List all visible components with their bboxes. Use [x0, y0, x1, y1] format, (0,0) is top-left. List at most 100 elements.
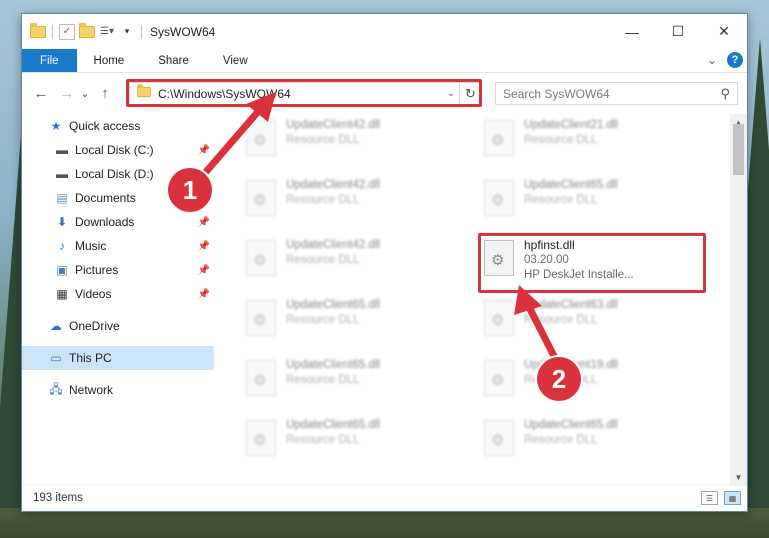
- address-highlight-box: [126, 79, 482, 107]
- search-box[interactable]: Search SysWOW64 ⚲: [495, 82, 738, 105]
- file-name: UpdateClient21.dll: [524, 119, 618, 131]
- file-type: Resource DLL: [286, 134, 360, 146]
- dll-file-icon: [484, 120, 514, 156]
- dll-file-icon: [246, 420, 276, 456]
- window-controls: — ☐ ✕: [609, 14, 747, 49]
- file-tile[interactable]: UpdateClient65.dll Resource DLL: [484, 416, 674, 464]
- file-type: Resource DLL: [286, 314, 360, 326]
- sidebar-item-this-pc[interactable]: ▭ This PC: [22, 346, 214, 370]
- file-tile[interactable]: UpdateClient65.dll Resource DLL: [246, 296, 436, 344]
- ribbon-tabs: File Home Share View ⌄ ?: [22, 49, 747, 73]
- sidebar-item-quick-access[interactable]: ★ Quick access: [22, 114, 214, 138]
- sidebar-item-pictures[interactable]: ▣ Pictures 📌: [22, 258, 214, 282]
- recent-locations-button[interactable]: ⌄: [78, 87, 92, 100]
- file-name: UpdateClient63.dll: [524, 299, 618, 311]
- step-1-marker: 1: [168, 168, 212, 212]
- item-count: 193 items: [33, 492, 83, 504]
- vertical-scrollbar[interactable]: ▲ ▼: [730, 114, 747, 486]
- step-2-marker: 2: [537, 357, 581, 401]
- file-name: UpdateClient65.dll: [286, 419, 380, 431]
- back-button[interactable]: ←: [30, 85, 52, 102]
- dll-file-icon: [484, 180, 514, 216]
- file-tile[interactable]: UpdateClient65.dll Resource DLL: [246, 356, 436, 404]
- dll-file-icon: [246, 360, 276, 396]
- status-bar: 193 items ☰ ▦: [22, 484, 747, 511]
- folder-icon: [30, 22, 46, 40]
- file-tile[interactable]: UpdateClient63.dll Resource DLL: [484, 296, 674, 344]
- quick-access-toolbar: ✓ ☰▾ ▾: [22, 22, 144, 40]
- properties-icon[interactable]: ✓: [59, 23, 75, 40]
- star-icon: ★: [50, 119, 62, 133]
- search-input[interactable]: Search SysWOW64: [503, 87, 610, 101]
- help-icon[interactable]: ?: [727, 52, 743, 68]
- pin-icon[interactable]: 📌: [198, 265, 210, 276]
- pin-icon[interactable]: 📌: [198, 241, 210, 252]
- sidebar-item-local-disk-c[interactable]: ▬ Local Disk (C:) 📌: [22, 138, 214, 162]
- file-type: Resource DLL: [524, 134, 598, 146]
- sidebar-item-label: Pictures: [75, 263, 119, 277]
- sidebar-item-label: Documents: [75, 191, 136, 205]
- expand-ribbon-icon[interactable]: ⌄: [707, 53, 717, 67]
- pin-icon[interactable]: 📌: [198, 289, 210, 300]
- dll-file-icon: [246, 300, 276, 336]
- file-type: Resource DLL: [286, 194, 360, 206]
- title-bar: ✓ ☰▾ ▾ SysWOW64 — ☐ ✕: [22, 14, 747, 49]
- maximize-button[interactable]: ☐: [655, 14, 701, 49]
- dll-file-icon: [246, 120, 276, 156]
- tab-file[interactable]: File: [22, 49, 77, 72]
- file-name: UpdateClient42.dll: [286, 179, 380, 191]
- download-icon: ⬇: [56, 215, 68, 229]
- sidebar-item-label: Local Disk (D:): [75, 167, 154, 181]
- minimize-button[interactable]: —: [609, 14, 655, 49]
- file-tile[interactable]: UpdateClient65.dll Resource DLL: [484, 176, 674, 224]
- pin-icon[interactable]: 📌: [198, 145, 210, 156]
- file-name: UpdateClient65.dll: [286, 299, 380, 311]
- sidebar-item-music[interactable]: ♪ Music 📌: [22, 234, 214, 258]
- sidebar-item-label: Downloads: [75, 215, 135, 229]
- file-list: UpdateClient42.dll Resource DLL UpdateCli…: [214, 114, 747, 486]
- pin-icon[interactable]: 📌: [198, 217, 210, 228]
- file-name: UpdateClient65.dll: [286, 359, 380, 371]
- file-type: Resource DLL: [524, 314, 598, 326]
- file-name: UpdateClient65.dll: [524, 419, 618, 431]
- tab-share[interactable]: Share: [141, 49, 206, 72]
- sidebar-item-label: Network: [69, 383, 114, 397]
- drive-icon: ▬: [56, 167, 68, 181]
- file-tile[interactable]: UpdateClient21.dll Resource DLL: [484, 116, 674, 164]
- sidebar-item-network[interactable]: 🖧 Network: [22, 378, 214, 402]
- file-name: UpdateClient42.dll: [286, 239, 380, 251]
- sidebar-item-onedrive[interactable]: ☁ OneDrive: [22, 314, 214, 338]
- file-type: Resource DLL: [286, 434, 360, 446]
- toolbar-dropdown-icon[interactable]: ▾: [119, 24, 135, 40]
- scroll-thumb[interactable]: [733, 124, 744, 175]
- cloud-icon: ☁: [50, 319, 62, 333]
- file-explorer-window: ✓ ☰▾ ▾ SysWOW64 — ☐ ✕ File Home Share Vi…: [21, 13, 748, 512]
- sidebar-item-label: Videos: [75, 287, 112, 301]
- file-tile[interactable]: UpdateClient42.dll Resource DLL: [246, 116, 436, 164]
- new-folder-icon[interactable]: [79, 22, 95, 40]
- dll-file-icon: [246, 240, 276, 276]
- close-button[interactable]: ✕: [701, 14, 747, 49]
- forward-button[interactable]: →: [56, 85, 78, 102]
- file-tile[interactable]: UpdateClient42.dll Resource DLL: [246, 236, 436, 284]
- sidebar-item-videos[interactable]: ▦ Videos 📌: [22, 282, 214, 306]
- tab-home[interactable]: Home: [77, 49, 142, 72]
- customize-toolbar-icon[interactable]: ☰▾: [99, 24, 115, 40]
- sidebar-item-label: This PC: [69, 351, 112, 365]
- sidebar-item-downloads[interactable]: ⬇ Downloads 📌: [22, 210, 214, 234]
- network-icon: 🖧: [49, 381, 63, 396]
- music-icon: ♪: [59, 239, 65, 253]
- pictures-icon: ▣: [56, 263, 68, 277]
- file-tile[interactable]: UpdateClient65.dll Resource DLL: [246, 416, 436, 464]
- details-view-icon[interactable]: ☰: [701, 491, 718, 505]
- file-type: Resource DLL: [524, 434, 598, 446]
- search-icon[interactable]: ⚲: [720, 86, 730, 102]
- large-icons-view-icon[interactable]: ▦: [724, 491, 741, 505]
- file-name: UpdateClient42.dll: [286, 119, 380, 131]
- sidebar-item-label: Music: [75, 239, 107, 253]
- file-tile[interactable]: UpdateClient42.dll Resource DLL: [246, 176, 436, 224]
- tab-view[interactable]: View: [206, 49, 265, 72]
- up-button[interactable]: ↑: [94, 85, 116, 102]
- file-type: Resource DLL: [286, 374, 360, 386]
- navigation-bar: ← → ⌄ ↑ C:\Windows\SysWOW64 ⌄ ↻ Search S…: [22, 73, 747, 113]
